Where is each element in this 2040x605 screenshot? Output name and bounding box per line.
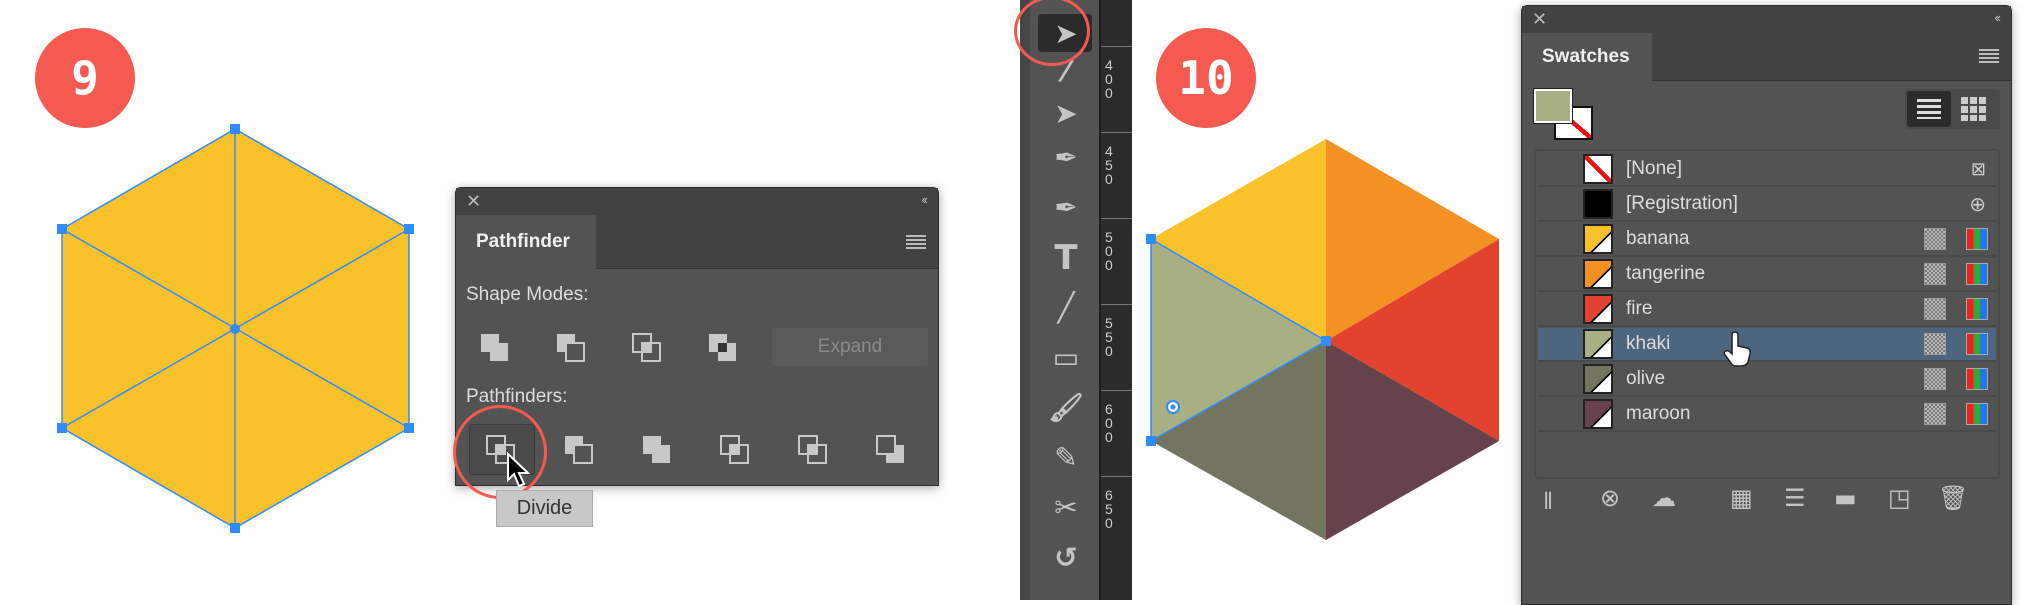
hexagon-unsplit[interactable] [0, 0, 480, 600]
rgb-mode-icon [1966, 403, 1988, 425]
swatch-name: tangerine [1626, 263, 1706, 284]
shaper-tool-icon[interactable]: ✎ [1044, 440, 1088, 476]
rgb-mode-icon [1966, 228, 1988, 250]
curvature-tool-icon[interactable]: ✒ [1044, 190, 1088, 226]
pen-tool-icon[interactable]: ✒ [1044, 140, 1088, 176]
collapse-icon[interactable]: ‹‹ [921, 192, 928, 207]
scissors-tool-icon[interactable]: ✂ [1044, 490, 1088, 526]
merge-button[interactable] [642, 435, 672, 465]
registration-icon: ⊕ [1969, 193, 1986, 216]
swatch-row-tangerine[interactable]: tangerine [1538, 258, 1996, 292]
swatch-color-chip [1583, 329, 1613, 359]
cloud-library-icon[interactable]: ☁ [1652, 484, 1676, 512]
trim-button[interactable] [564, 435, 594, 465]
tab-swatches[interactable]: Swatches [1522, 33, 1652, 81]
delete-swatch-icon[interactable]: 🗑 [1938, 484, 1968, 512]
swatch-name: [Registration] [1626, 193, 1738, 214]
rgb-mode-icon [1966, 298, 1988, 320]
swatch-name: fire [1626, 298, 1653, 319]
exclude-button[interactable] [708, 333, 738, 363]
swatch-libraries-icon[interactable]: 𝍪 [1544, 484, 1552, 525]
close-icon[interactable]: ✕ [1532, 9, 1547, 30]
rgb-mode-icon [1966, 263, 1988, 285]
ruler-label: 450 [1105, 143, 1113, 187]
swatch-color-chip [1583, 364, 1613, 394]
rotate-tool-icon[interactable]: ↺ [1044, 540, 1088, 576]
crop-button[interactable] [720, 435, 750, 465]
swatch-row-fire[interactable]: fire [1538, 293, 1996, 327]
type-tool-icon[interactable]: T [1044, 240, 1088, 276]
grid-view-button[interactable] [1961, 97, 1987, 121]
unite-button[interactable] [480, 333, 510, 363]
swatch-list[interactable]: [None] ⊠ [Registration] ⊕ banana tangerine fir… [1534, 149, 2000, 479]
shape-modes-label: Shape Modes: [466, 284, 589, 305]
swatches-panel: ✕ ‹‹ Swatches [None] ⊠ [Registration] ⊕ banan… [1521, 5, 2012, 605]
swatch-name: banana [1626, 228, 1690, 249]
ruler-label: 600 [1105, 401, 1113, 445]
pathfinders-label: Pathfinders: [466, 386, 568, 407]
outline-button[interactable] [798, 435, 828, 465]
process-color-icon [1924, 368, 1946, 390]
process-color-icon [1924, 228, 1946, 250]
intersect-button[interactable] [632, 333, 662, 363]
ruler-label: 650 [1105, 487, 1113, 531]
process-color-icon [1924, 403, 1946, 425]
swatch-color-chip [1583, 224, 1613, 254]
show-kinds-icon[interactable]: ⊗ [1600, 484, 1620, 512]
ruler-label: 550 [1105, 315, 1113, 359]
rectangle-tool-icon[interactable]: ▭ [1044, 340, 1088, 376]
expand-button[interactable]: Expand [772, 328, 928, 366]
paintbrush-tool-icon[interactable]: 🖌 [1044, 390, 1088, 426]
swatch-row-banana[interactable]: banana [1538, 223, 1996, 257]
process-color-icon [1924, 298, 1946, 320]
panel-menu-icon[interactable] [906, 235, 926, 249]
minus-back-button[interactable] [876, 435, 906, 465]
swatch-row-olive[interactable]: olive [1538, 363, 1996, 397]
vertical-ruler: 400 450 500 550 600 650 [1099, 0, 1132, 600]
swatch-color-chip [1583, 294, 1613, 324]
fill-swatch[interactable] [1533, 88, 1573, 124]
ruler-label: 500 [1105, 229, 1113, 273]
swatch-options-grid-icon[interactable]: ▦ [1730, 484, 1753, 512]
line-tool-icon[interactable]: ╱ [1044, 290, 1088, 326]
swatch-color-chip [1583, 189, 1613, 219]
swatch-name: olive [1626, 368, 1666, 389]
rgb-mode-icon [1966, 368, 1988, 390]
swatch-name: [None] [1626, 158, 1682, 179]
tab-pathfinder[interactable]: Pathfinder [456, 215, 596, 269]
process-color-icon [1924, 333, 1946, 355]
swatch-row-registration[interactable]: [Registration] ⊕ [1538, 188, 1996, 222]
list-view-button[interactable] [1907, 91, 1951, 127]
swatch-row-none[interactable]: [None] ⊠ [1538, 153, 1996, 187]
lasso-tool-icon[interactable]: ➤ [1044, 96, 1088, 132]
swatch-color-chip [1583, 399, 1613, 429]
minus-front-button[interactable] [556, 333, 586, 363]
new-swatch-icon[interactable]: ◳ [1888, 484, 1911, 512]
swatch-name: khaki [1626, 333, 1671, 354]
close-icon[interactable]: ✕ [466, 191, 481, 212]
panel-menu-icon[interactable] [1979, 49, 1999, 63]
process-color-icon [1924, 263, 1946, 285]
swatch-row-maroon[interactable]: maroon [1538, 398, 1996, 432]
swatch-color-chip [1583, 154, 1613, 184]
swatch-name: maroon [1626, 403, 1691, 424]
hexagon-divided[interactable] [1140, 0, 1520, 600]
new-color-group-icon[interactable]: ▬ [1834, 484, 1857, 512]
divide-tooltip: Divide [496, 490, 593, 527]
collapse-icon[interactable]: ‹‹ [1994, 10, 2001, 25]
swatch-color-chip [1583, 259, 1613, 289]
rgb-mode-icon [1966, 333, 1988, 355]
tools-panel: ➤ ⁄ ➤ ✒ ✒ T ╱ ▭ 🖌 ✎ ✂ ↺ [1020, 0, 1099, 600]
red-circle-divide [453, 405, 547, 499]
cursor-arrow-icon [507, 452, 531, 488]
non-editable-icon: ⊠ [1970, 158, 1986, 179]
ruler-label: 400 [1105, 57, 1113, 101]
swatch-options-icon[interactable]: ☰ [1784, 484, 1806, 512]
hand-cursor-icon [1723, 331, 1751, 367]
swatch-row-khaki[interactable]: khaki [1538, 328, 1996, 362]
